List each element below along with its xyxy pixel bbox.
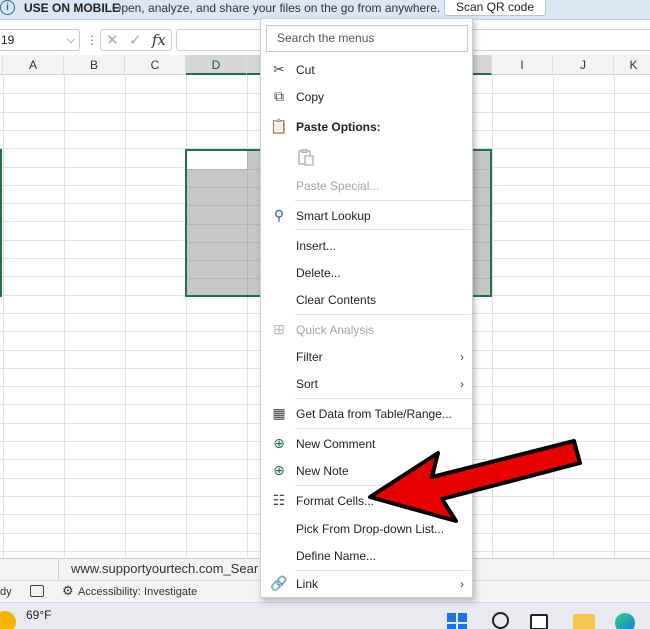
menu-item-insert[interactable]: Insert... — [261, 232, 472, 259]
menu-item-label: Get Data from Table/Range... — [296, 406, 452, 421]
weather-icon[interactable] — [0, 611, 16, 629]
menu-item-label: Delete... — [296, 265, 341, 280]
menu-item-define-name[interactable]: Define Name... — [261, 542, 472, 569]
menu-item-filter[interactable]: Filter › — [261, 343, 472, 370]
menu-item-label: Paste Options: — [296, 119, 381, 134]
column-header-j[interactable]: J — [553, 55, 614, 75]
chevron-right-icon: › — [460, 576, 464, 591]
chevron-right-icon: › — [460, 349, 464, 364]
sheet-tab[interactable]: www.supportyourtech.com_Sear — [58, 559, 268, 581]
temperature[interactable]: 69°F — [26, 608, 51, 622]
link-icon: 🔗 — [270, 574, 288, 591]
menu-item-label: Filter — [296, 349, 323, 364]
menu-item-get-data[interactable]: ▦ Get Data from Table/Range... — [261, 400, 472, 427]
info-icon: i — [0, 0, 15, 15]
column-header-i[interactable]: I — [492, 55, 553, 75]
menu-item-quick-analysis: ⊞ Quick Analysis — [261, 316, 472, 343]
menu-item-label: New Note — [296, 463, 349, 478]
menu-item-label: Paste Special... — [296, 178, 380, 193]
red-arrow-annotation — [368, 439, 582, 523]
menu-item-smart-lookup[interactable]: ⚲ Smart Lookup — [261, 202, 472, 229]
active-cell[interactable] — [187, 151, 247, 169]
quick-analysis-icon: ⊞ — [273, 320, 285, 337]
column-header-c[interactable]: C — [125, 55, 186, 75]
name-box[interactable]: 19 ⌵ — [0, 29, 80, 51]
start-icon[interactable] — [447, 613, 467, 629]
accessibility-icon[interactable]: ⚙ — [62, 583, 74, 599]
menu-separator — [295, 200, 471, 201]
menu-separator — [295, 428, 471, 429]
menu-separator — [295, 314, 471, 315]
menu-item-paste-special: Paste Special... — [261, 172, 472, 199]
scissors-icon: ✂ — [273, 60, 285, 77]
browser-icon[interactable] — [615, 613, 635, 629]
new-comment-icon: ⊕ — [273, 434, 285, 451]
menu-item-label: Sort — [296, 376, 319, 391]
menu-item-label: Smart Lookup — [296, 208, 371, 223]
paste-icon: 📋 — [270, 117, 288, 134]
new-note-icon: ⊕ — [273, 461, 285, 478]
macro-recording-icon[interactable] — [30, 585, 44, 597]
accessibility-status[interactable]: Accessibility: Investigate — [78, 586, 197, 598]
insert-function-icon[interactable]: fx — [152, 31, 166, 49]
status-ready: dy — [0, 586, 12, 598]
column-header-d[interactable]: D — [186, 55, 247, 75]
column-header-a[interactable]: A — [3, 55, 64, 75]
formula-actions: ✕ ✓ fx — [100, 29, 172, 51]
chevron-right-icon: › — [460, 376, 464, 391]
menu-item-label: Clear Contents — [296, 292, 377, 307]
paste-icon[interactable] — [294, 145, 318, 169]
menu-item-copy[interactable]: ⧉ Copy — [261, 83, 472, 110]
copy-icon: ⧉ — [274, 87, 284, 104]
column-header-k[interactable]: K — [614, 55, 650, 75]
file-explorer-icon[interactable] — [573, 614, 595, 629]
search-icon[interactable] — [492, 612, 509, 629]
menu-item-clear-contents[interactable]: Clear Contents — [261, 286, 472, 313]
selection-column-line — [247, 151, 248, 295]
more-options-icon[interactable]: ⋮ — [86, 33, 98, 47]
notification-bar: i USE ON MOBILE Open, analyze, and share… — [0, 0, 650, 20]
menu-item-label: Define Name... — [296, 548, 377, 563]
menu-item-sort[interactable]: Sort › — [261, 370, 472, 397]
windows-taskbar: 69°F — [0, 602, 650, 629]
menu-separator — [295, 398, 471, 399]
menu-item-label: Cut — [296, 62, 315, 77]
menu-item-label: Quick Analysis — [296, 322, 375, 337]
scan-qr-code-button[interactable]: Scan QR code — [444, 0, 546, 16]
menu-item-cut[interactable]: ✂ Cut — [261, 56, 472, 83]
format-cells-icon: ☷ — [272, 491, 286, 508]
menu-item-label: Copy — [296, 89, 325, 104]
cancel-icon[interactable]: ✕ — [106, 31, 119, 49]
menu-item-label: Insert... — [296, 238, 337, 253]
menu-item-link[interactable]: 🔗 Link › — [261, 570, 472, 597]
menu-item-delete[interactable]: Delete... — [261, 259, 472, 286]
menu-item-paste-options: 📋 Paste Options: — [261, 113, 472, 140]
chevron-down-icon[interactable]: ⌵ — [67, 30, 75, 50]
notification-title: USE ON MOBILE — [24, 1, 121, 15]
smart-lookup-icon: ⚲ — [273, 206, 285, 223]
selection-edge — [0, 149, 2, 297]
name-box-value: 19 — [1, 33, 15, 47]
menu-search-input[interactable]: Search the menus — [266, 25, 468, 52]
task-view-icon[interactable] — [530, 614, 548, 629]
column-header-b[interactable]: B — [64, 55, 125, 75]
table-icon: ▦ — [272, 404, 286, 421]
menu-separator — [295, 229, 471, 230]
notification-message: Open, analyze, and share your files on t… — [112, 1, 441, 15]
enter-check-icon[interactable]: ✓ — [129, 31, 142, 49]
menu-item-label: Link — [296, 576, 319, 591]
